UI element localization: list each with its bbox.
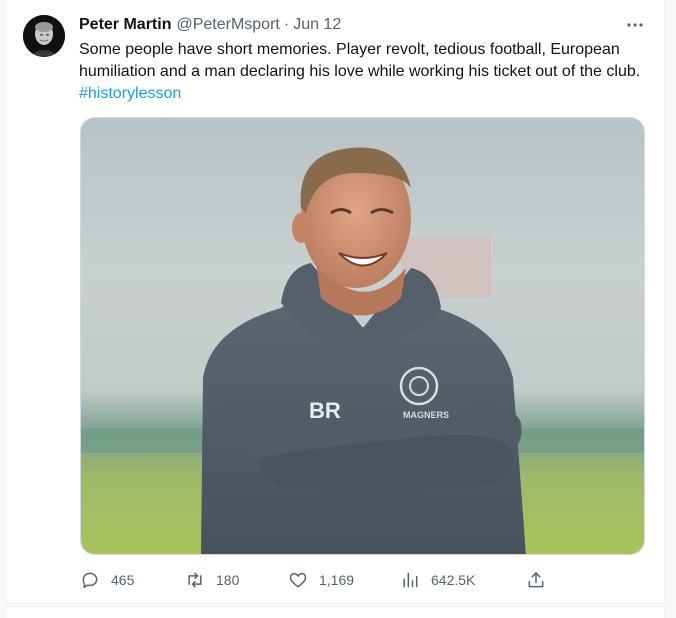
next-tweet-edge — [6, 606, 665, 618]
reply-button[interactable]: 465 — [80, 568, 134, 592]
reply-count: 465 — [111, 572, 135, 588]
like-button[interactable]: 1,169 — [288, 568, 354, 592]
retweet-count: 180 — [216, 572, 240, 588]
author-name[interactable]: Peter Martin — [79, 15, 171, 35]
more-options-button[interactable] — [620, 14, 650, 36]
tweet-body: Some people have short memories. Player … — [79, 41, 641, 80]
retweet-button[interactable]: 180 — [185, 568, 239, 592]
share-upload-icon — [528, 572, 544, 588]
share-button[interactable] — [526, 568, 546, 592]
reply-bubble-icon — [82, 572, 98, 589]
views-button[interactable]: 642.5K — [400, 568, 475, 592]
hashtag-link[interactable]: #historylesson — [79, 85, 181, 102]
photo-image: BR MAGNERS — [81, 118, 644, 554]
jacket-sponsor: MAGNERS — [403, 410, 449, 420]
tweet-photo[interactable]: BR MAGNERS — [80, 117, 645, 555]
like-count: 1,169 — [319, 572, 355, 588]
tweet-date[interactable]: Jun 12 — [293, 15, 341, 35]
jacket-initials: BR — [309, 398, 341, 423]
author-handle[interactable]: @PeterMsport — [176, 15, 279, 35]
retweet-arrows-icon — [188, 572, 202, 588]
tweet-text: Some people have short memories. Player … — [79, 39, 649, 105]
heart-icon — [289, 572, 307, 588]
tweet-header: Peter Martin @PeterMsport · Jun 12 — [79, 15, 341, 35]
views-count: 642.5K — [431, 572, 476, 588]
author-avatar[interactable] — [23, 15, 65, 57]
more-horizontal-icon — [627, 23, 643, 27]
separator-dot: · — [283, 16, 290, 33]
bar-chart-icon — [403, 572, 418, 588]
